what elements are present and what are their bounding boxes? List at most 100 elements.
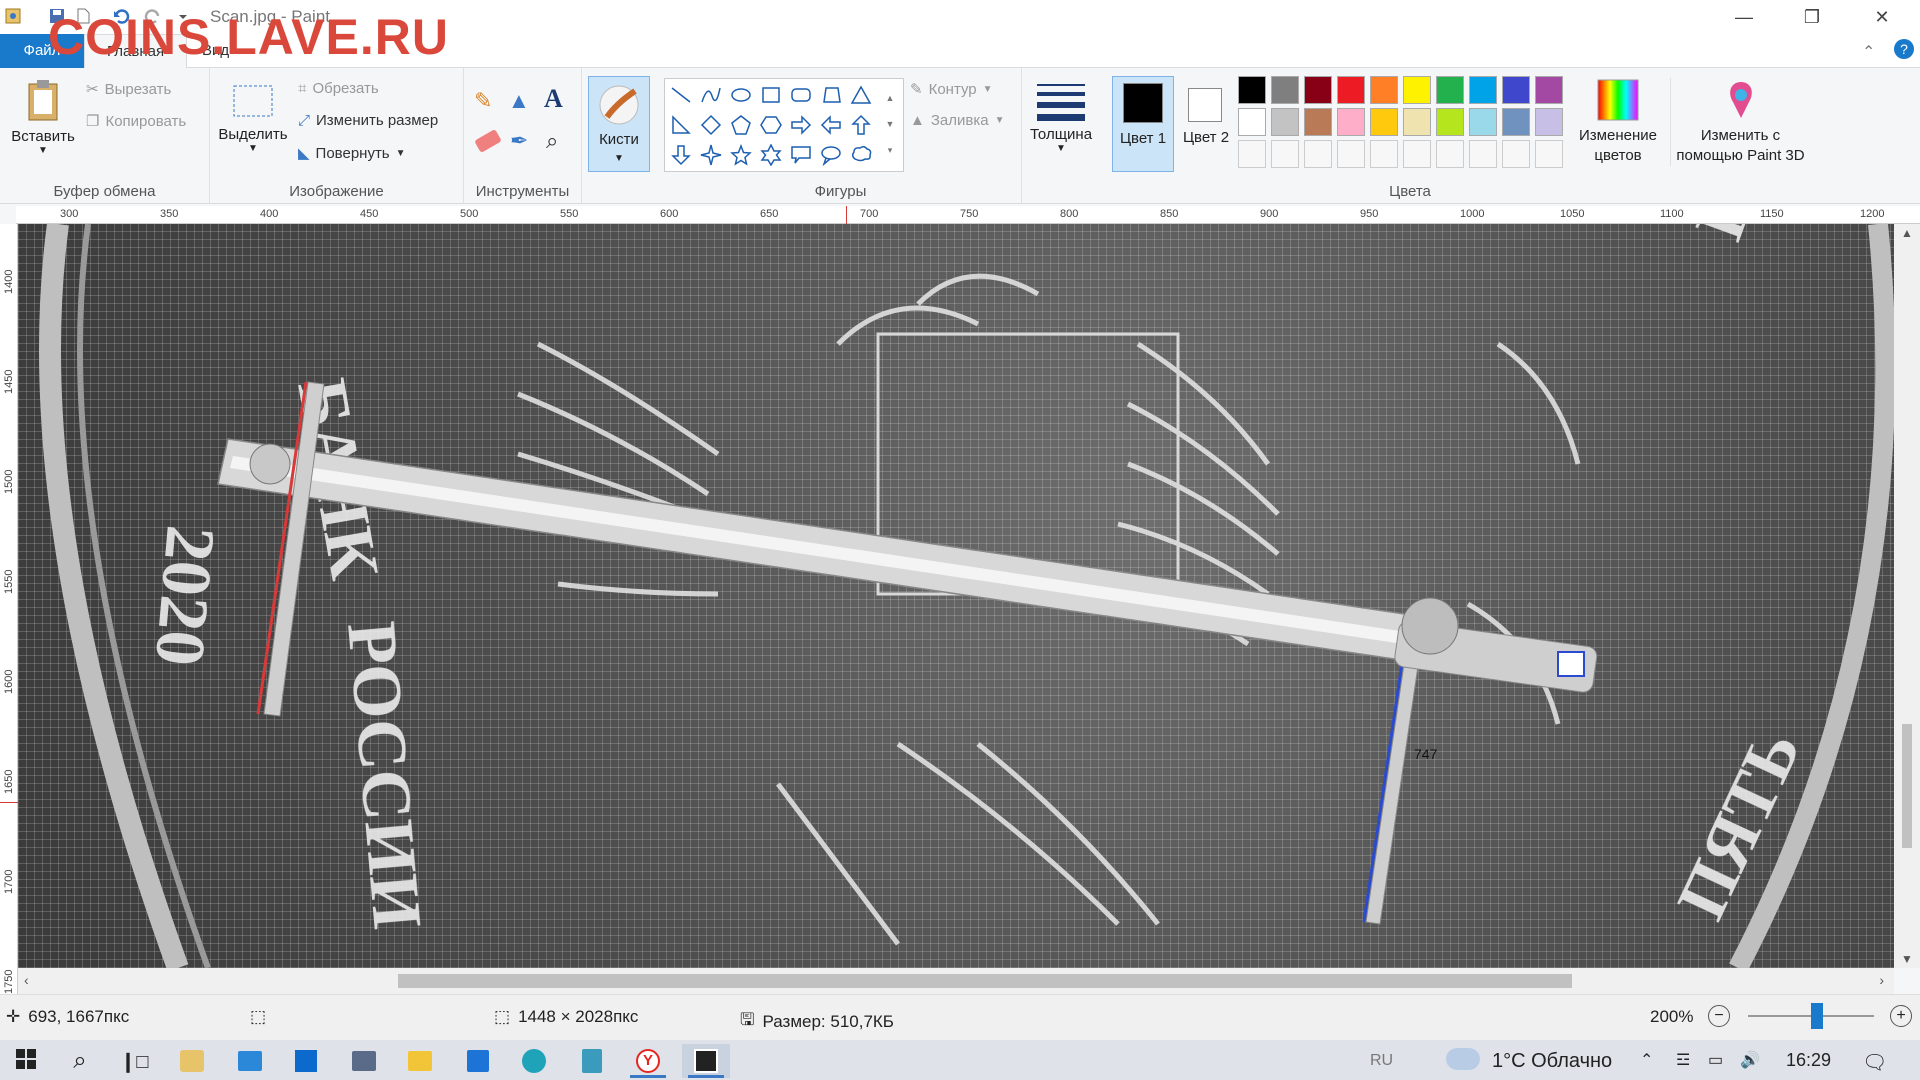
- line-shape-icon[interactable]: [667, 81, 695, 109]
- up-arrow-shape-icon[interactable]: [847, 111, 875, 139]
- minimize-button[interactable]: —: [1714, 0, 1774, 34]
- taskbar-paint-app[interactable]: [168, 1044, 216, 1078]
- palette-swatch[interactable]: [1337, 76, 1365, 104]
- taskbar-file-explorer[interactable]: [396, 1044, 444, 1078]
- pencil-icon[interactable]: ✎: [474, 88, 492, 114]
- notifications-icon[interactable]: 🗨: [1862, 1050, 1887, 1075]
- palette-swatch[interactable]: [1502, 76, 1530, 104]
- task-view-button[interactable]: ❙□: [110, 1044, 158, 1078]
- palette-swatch[interactable]: [1304, 108, 1332, 136]
- color2-button[interactable]: Цвет 2: [1178, 76, 1234, 172]
- fill-button[interactable]: ▲ Заливка ▼: [910, 112, 1005, 129]
- close-button[interactable]: ✕: [1852, 0, 1912, 34]
- taskbar-terminal-app[interactable]: [568, 1044, 616, 1078]
- image-canvas[interactable]: БАНК 2020 РОССИИ КОП ПЯТЬ 747 747: [18, 224, 1894, 968]
- battery-icon[interactable]: ▭: [1708, 1050, 1723, 1070]
- taskbar-active-app[interactable]: [682, 1044, 730, 1078]
- taskbar-editor-app[interactable]: [454, 1044, 502, 1078]
- custom-color-slot[interactable]: [1337, 140, 1365, 168]
- custom-color-slot[interactable]: [1304, 140, 1332, 168]
- custom-color-slot[interactable]: [1469, 140, 1497, 168]
- rounded-rectangle-shape-icon[interactable]: [787, 81, 815, 109]
- zoom-out-icon[interactable]: −: [1708, 1005, 1730, 1027]
- color1-button[interactable]: Цвет 1: [1112, 76, 1174, 172]
- brushes-button[interactable]: Кисти ▼: [588, 76, 650, 172]
- left-arrow-shape-icon[interactable]: [817, 111, 845, 139]
- palette-swatch[interactable]: [1469, 108, 1497, 136]
- cloud-callout-shape-icon[interactable]: [847, 141, 875, 169]
- palette-swatch[interactable]: [1304, 76, 1332, 104]
- search-button[interactable]: ⌕: [56, 1044, 104, 1078]
- taskbar-edge-browser[interactable]: [510, 1044, 558, 1078]
- taskbar-store-app[interactable]: [282, 1044, 330, 1078]
- zoom-slider[interactable]: [1748, 1003, 1874, 1029]
- palette-swatch[interactable]: [1436, 108, 1464, 136]
- oval-shape-icon[interactable]: [727, 81, 755, 109]
- right-arrow-shape-icon[interactable]: [787, 111, 815, 139]
- palette-swatch[interactable]: [1370, 76, 1398, 104]
- help-icon[interactable]: ?: [1894, 39, 1914, 59]
- fill-bucket-icon[interactable]: ▲: [508, 88, 530, 114]
- palette-swatch[interactable]: [1238, 108, 1266, 136]
- palette-swatch[interactable]: [1535, 76, 1563, 104]
- vertical-scroll-thumb[interactable]: [1902, 724, 1912, 848]
- taskbar-photos-app[interactable]: [226, 1044, 274, 1078]
- text-tool-icon[interactable]: A: [544, 84, 563, 114]
- custom-color-slot[interactable]: [1535, 140, 1563, 168]
- palette-swatch[interactable]: [1535, 108, 1563, 136]
- color-picker-icon[interactable]: ✒: [510, 128, 528, 154]
- custom-color-slot[interactable]: [1403, 140, 1431, 168]
- wifi-icon[interactable]: ☲: [1676, 1050, 1690, 1070]
- magnifier-icon[interactable]: ⌕: [546, 128, 558, 154]
- scroll-left-icon[interactable]: ‹: [24, 972, 29, 988]
- palette-swatch[interactable]: [1469, 76, 1497, 104]
- custom-color-slot[interactable]: [1502, 140, 1530, 168]
- triangle-shape-icon[interactable]: [847, 81, 875, 109]
- custom-color-slot[interactable]: [1436, 140, 1464, 168]
- custom-color-slot[interactable]: [1271, 140, 1299, 168]
- six-point-star-shape-icon[interactable]: [757, 141, 785, 169]
- palette-swatch[interactable]: [1403, 76, 1431, 104]
- zoom-in-icon[interactable]: +: [1890, 1005, 1912, 1027]
- show-hidden-icons-icon[interactable]: ⌃: [1640, 1050, 1653, 1070]
- gallery-scroll-icon[interactable]: ▲ ▼ ▾: [881, 85, 899, 163]
- clock-time[interactable]: 16:29: [1786, 1050, 1831, 1071]
- scroll-up-icon[interactable]: ▲: [1894, 226, 1920, 240]
- resize-button[interactable]: ⤢ Изменить размер: [298, 112, 438, 129]
- horizontal-scrollbar[interactable]: ‹ ›: [18, 968, 1894, 994]
- copy-button[interactable]: ❐ Копировать: [86, 112, 186, 131]
- zoom-slider-thumb[interactable]: [1811, 1003, 1824, 1029]
- rotate-button[interactable]: ◣ Повернуть ▼: [298, 144, 406, 163]
- vertical-scrollbar[interactable]: ▲ ▼: [1894, 224, 1920, 968]
- hexagon-shape-icon[interactable]: [757, 111, 785, 139]
- right-triangle-shape-icon[interactable]: [667, 111, 695, 139]
- paste-button[interactable]: Вставить ▼: [6, 78, 80, 156]
- rectangle-shape-icon[interactable]: [757, 81, 785, 109]
- custom-color-slot[interactable]: [1238, 140, 1266, 168]
- input-language[interactable]: RU: [1370, 1052, 1393, 1070]
- paint3d-button[interactable]: Изменить с помощью Paint 3D: [1670, 78, 1810, 166]
- pentagon-shape-icon[interactable]: [727, 111, 755, 139]
- eraser-icon[interactable]: [474, 128, 502, 154]
- collapse-ribbon-icon[interactable]: ⌃: [1862, 42, 1875, 62]
- oval-callout-shape-icon[interactable]: [817, 141, 845, 169]
- palette-swatch[interactable]: [1337, 108, 1365, 136]
- weather-text[interactable]: 1°C Облачно: [1492, 1050, 1612, 1073]
- palette-swatch[interactable]: [1370, 108, 1398, 136]
- curve-shape-icon[interactable]: [697, 81, 725, 109]
- restore-button[interactable]: ❐: [1782, 0, 1842, 34]
- cut-button[interactable]: ✂ Вырезать: [86, 80, 171, 99]
- volume-icon[interactable]: 🔊: [1740, 1050, 1760, 1070]
- outline-button[interactable]: ✎ Контур ▼: [910, 80, 993, 99]
- size-button[interactable]: Толщина ▼: [1026, 80, 1096, 154]
- scroll-down-icon[interactable]: ▼: [1894, 952, 1920, 966]
- crop-button[interactable]: ⌗ Обрезать: [298, 80, 379, 97]
- down-arrow-shape-icon[interactable]: [667, 141, 695, 169]
- diamond-shape-icon[interactable]: [697, 111, 725, 139]
- taskbar-network-app[interactable]: [340, 1044, 388, 1078]
- start-button[interactable]: [2, 1044, 50, 1078]
- polygon-shape-icon[interactable]: [817, 81, 845, 109]
- palette-swatch[interactable]: [1238, 76, 1266, 104]
- select-button[interactable]: Выделить ▼: [216, 82, 290, 154]
- edit-colors-button[interactable]: Изменение цветов: [1570, 78, 1666, 166]
